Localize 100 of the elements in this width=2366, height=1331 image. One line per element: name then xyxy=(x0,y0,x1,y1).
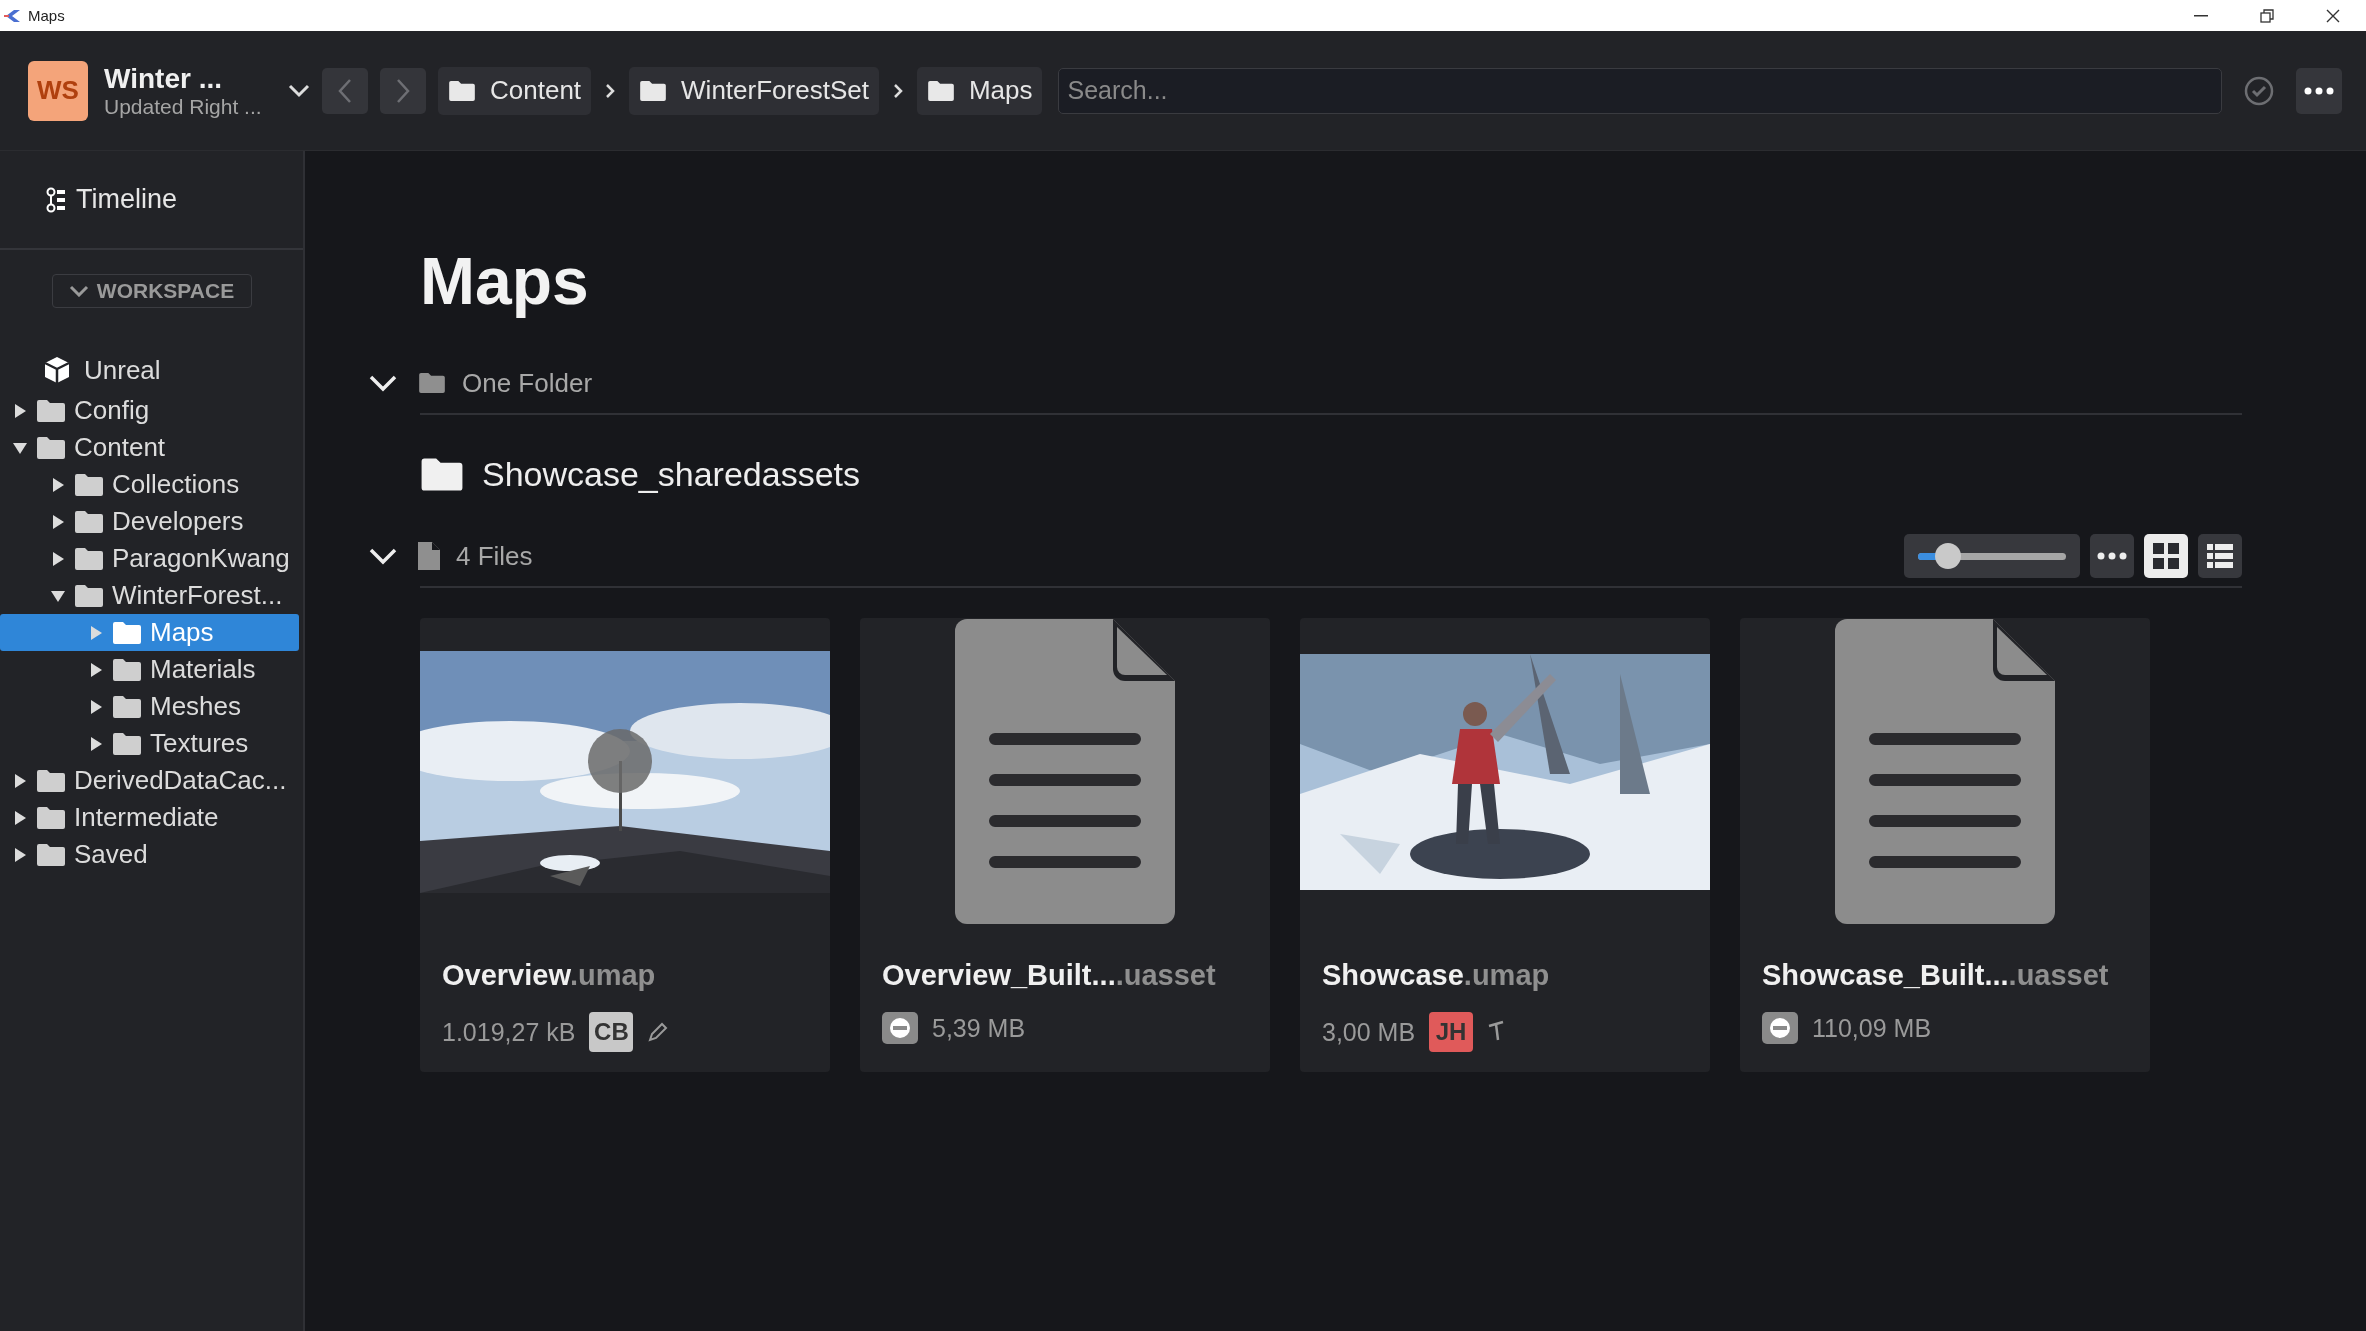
folder-icon xyxy=(36,842,66,867)
document-icon xyxy=(1835,619,2055,924)
section-label: 4 Files xyxy=(456,540,534,572)
tree-label: Materials xyxy=(150,654,256,685)
breadcrumb[interactable]: Maps xyxy=(916,66,1043,115)
workspace-status: Updated Right ... xyxy=(104,94,263,119)
folder-icon xyxy=(112,657,142,682)
more-icon xyxy=(2304,86,2334,95)
collapsed-arrow-icon[interactable] xyxy=(88,661,104,678)
tree-label: Saved xyxy=(74,839,148,870)
folder-icon xyxy=(36,435,66,460)
size-slider[interactable] xyxy=(1904,534,2080,578)
more-icon xyxy=(2097,552,2127,560)
folder-icon xyxy=(74,509,104,534)
file-size: 3,00 MB xyxy=(1322,1017,1416,1047)
folder-icon xyxy=(420,457,464,492)
more-button[interactable] xyxy=(2090,534,2134,578)
tree-label: Textures xyxy=(150,728,249,759)
blocked-icon xyxy=(1762,1012,1798,1044)
chevron-down-icon[interactable] xyxy=(288,83,310,98)
tree-label: ParagonKwang xyxy=(112,543,290,574)
blocked-icon xyxy=(882,1012,918,1044)
file-name: Overview.umap xyxy=(442,959,657,992)
list-view-button[interactable] xyxy=(2198,534,2242,578)
more-button[interactable] xyxy=(2296,67,2342,114)
tree-label: Developers xyxy=(112,506,244,537)
collapsed-arrow-icon[interactable] xyxy=(50,513,66,530)
minimize-icon[interactable] xyxy=(2194,14,2208,17)
folder-icon xyxy=(74,472,104,497)
tree-item[interactable]: Config xyxy=(0,392,303,429)
tree-item[interactable]: Content xyxy=(0,429,303,466)
file-size: 5,39 MB xyxy=(932,1013,1026,1043)
tree-item[interactable]: Saved xyxy=(0,836,303,873)
timeline-item[interactable]: Timeline xyxy=(0,151,303,250)
tree-item[interactable]: Intermediate xyxy=(0,799,303,836)
tree-item[interactable]: Unreal xyxy=(0,348,303,392)
file-size: 1.019,27 kB xyxy=(442,1017,576,1047)
tree-label: DerivedDataCac... xyxy=(74,765,287,796)
file-card[interactable]: Overview.umap 1.019,27 kB CB xyxy=(420,618,830,1072)
check-circle-icon[interactable] xyxy=(2244,75,2274,106)
file-size: 110,09 MB xyxy=(1812,1013,1932,1043)
collapsed-arrow-icon[interactable] xyxy=(12,402,28,419)
folder-icon xyxy=(418,372,446,394)
user-avatar: CB xyxy=(589,1012,634,1052)
tree-label: Content xyxy=(74,432,166,463)
list-icon xyxy=(2205,541,2235,571)
folder-name[interactable]: Showcase_sharedassets xyxy=(482,455,860,494)
tree-item[interactable]: Meshes xyxy=(0,688,303,725)
folder-icon xyxy=(639,79,668,102)
tree-item[interactable]: Developers xyxy=(0,503,303,540)
slider-thumb[interactable] xyxy=(1934,542,1961,569)
app-icon xyxy=(4,8,22,23)
file-card[interactable]: Showcase.umap 3,00 MB JH xyxy=(1300,618,1710,1072)
collapsed-arrow-icon[interactable] xyxy=(88,735,104,752)
search-field[interactable]: Search... xyxy=(1058,67,2222,114)
tree-label: Config xyxy=(74,395,150,426)
chevron-left-icon xyxy=(337,77,353,104)
tree-label: Collections xyxy=(112,469,240,500)
workspace-name: Winter ... xyxy=(104,62,223,95)
folder-icon xyxy=(36,398,66,423)
tree-item[interactable]: Collections xyxy=(0,466,303,503)
folder-icon xyxy=(112,620,142,645)
chevron-down-icon xyxy=(68,285,89,297)
breadcrumb[interactable]: Content xyxy=(438,66,592,115)
section-label: One Folder xyxy=(462,367,594,399)
file-card[interactable]: Showcase_Built....uasset 110,09 MB xyxy=(1740,618,2150,1072)
file-icon xyxy=(418,542,440,570)
tree-item[interactable]: Textures xyxy=(0,725,303,762)
tree-item[interactable]: Materials xyxy=(0,651,303,688)
tree-item[interactable]: DerivedDataCac... xyxy=(0,762,303,799)
workspace-button[interactable]: WORKSPACE xyxy=(51,274,252,308)
forward-button[interactable] xyxy=(380,67,426,114)
back-button[interactable] xyxy=(322,67,368,114)
tree-label: Meshes xyxy=(150,691,242,722)
collapsed-arrow-icon[interactable] xyxy=(50,476,66,493)
chevron-down-icon[interactable] xyxy=(368,546,398,566)
collapsed-arrow-icon[interactable] xyxy=(88,698,104,715)
folder-icon xyxy=(36,805,66,830)
timeline-icon xyxy=(46,186,66,213)
folder-icon xyxy=(112,694,142,719)
folder-icon xyxy=(112,731,142,756)
breadcrumb[interactable]: WinterForestSet xyxy=(629,66,879,115)
restore-icon[interactable] xyxy=(2260,8,2274,23)
close-icon[interactable] xyxy=(2326,8,2340,23)
grid-view-button[interactable] xyxy=(2144,534,2188,578)
chevron-down-icon[interactable] xyxy=(368,373,398,393)
collapsed-arrow-icon[interactable] xyxy=(12,772,28,789)
tree-item[interactable]: ParagonKwang xyxy=(0,540,303,577)
workspace-avatar: WS xyxy=(28,60,88,121)
collapsed-arrow-icon[interactable] xyxy=(50,550,66,567)
file-name: Overview_Built....uasset xyxy=(882,959,1217,992)
folder-icon xyxy=(74,583,104,608)
tree-item[interactable]: Maps xyxy=(0,614,299,651)
grid-icon xyxy=(2151,541,2181,571)
document-icon xyxy=(955,619,1175,924)
collapsed-arrow-icon[interactable] xyxy=(12,846,28,863)
collapsed-arrow-icon[interactable] xyxy=(12,809,28,826)
chevron-right-icon xyxy=(892,82,903,99)
file-card[interactable]: Overview_Built....uasset 5,39 MB xyxy=(860,618,1270,1072)
tree-item[interactable]: WinterForest... xyxy=(0,577,303,614)
